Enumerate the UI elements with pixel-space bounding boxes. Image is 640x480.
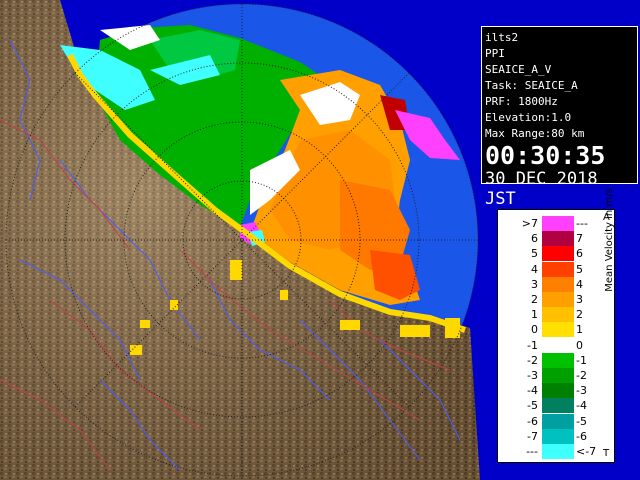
legend-upper-label: -4 — [576, 399, 587, 413]
legend-swatch — [542, 383, 558, 399]
legend-swatch-secondary — [558, 337, 574, 353]
legend-lower-label: 6 — [531, 232, 538, 246]
legend-upper-label: 7 — [576, 232, 583, 246]
legend-row: 67 — [498, 231, 616, 247]
site-name: ilts2 — [485, 31, 519, 44]
legend-row: -5 -4 — [498, 398, 616, 414]
task-name: Task: SEAICE_A — [485, 79, 578, 92]
legend-swatch-secondary — [558, 246, 574, 262]
legend-swatch-secondary — [558, 428, 574, 444]
legend-swatch — [542, 444, 558, 459]
legend-lower-label: 5 — [531, 247, 538, 261]
legend-upper-label: -2 — [576, 369, 587, 382]
legend-swatch — [542, 428, 558, 444]
legend-row: 23 — [498, 292, 616, 307]
legend-swatch — [542, 368, 558, 383]
legend-lower-label: 0 — [531, 323, 538, 337]
legend-row: -7 -6 — [498, 428, 616, 444]
legend-lower-label: >7 — [521, 217, 538, 230]
legend-upper-label: 5 — [576, 262, 583, 276]
legend-swatch — [542, 322, 558, 338]
velocity-legend: >7 --- 6 7 5 6 4 5 3 4 2 3 1 2 0 1 -1 0 -2 -1 -3 -2 -4 -3 -5 -4 -6… — [497, 209, 615, 463]
legend-swatch-secondary — [558, 322, 574, 338]
legend-upper-label: 0 — [576, 338, 583, 352]
legend-upper-label: -1 — [576, 353, 587, 367]
legend-row: -4 -3 — [498, 383, 616, 399]
legend-lower-label: -1 — [527, 338, 538, 352]
legend-swatch-secondary — [558, 231, 574, 247]
legend-swatch-secondary — [558, 383, 574, 399]
legend-row: 45 — [498, 261, 616, 277]
legend-swatch-secondary — [558, 413, 574, 429]
legend-swatch — [542, 292, 558, 307]
legend-swatch — [542, 398, 558, 414]
legend-lower-label: --- — [526, 445, 538, 458]
max-range-value: Max Range:80 km — [485, 127, 585, 140]
legend-row: 34 — [498, 276, 616, 292]
legend-row: --- <-7 — [498, 444, 616, 459]
legend-swatch — [542, 261, 558, 277]
legend-row: -2 -1 — [498, 352, 616, 368]
legend-swatch-secondary — [558, 352, 574, 368]
legend-upper-label: 6 — [576, 247, 583, 261]
legend-lower-label: -2 — [527, 353, 538, 367]
legend-lower-label: 3 — [531, 277, 538, 291]
legend-upper-label: 2 — [576, 308, 583, 322]
legend-lower-label: 1 — [531, 308, 538, 322]
legend-swatch — [542, 307, 558, 323]
legend-lower-label: -3 — [527, 369, 538, 382]
elevation-value: Elevation:1.0 — [485, 111, 572, 124]
legend-lower-label: -4 — [527, 384, 538, 398]
legend-swatch — [542, 337, 558, 353]
legend-row: 12 — [498, 307, 616, 323]
legend-swatch-secondary — [558, 292, 574, 307]
legend-swatch-secondary — [558, 368, 574, 383]
legend-lower-label: -5 — [527, 399, 538, 413]
legend-upper-label: -3 — [576, 384, 587, 398]
legend-swatch — [542, 246, 558, 262]
prf-value: PRF: 1800Hz — [485, 95, 558, 108]
legend-swatch-secondary — [558, 307, 574, 323]
legend-upper-label: 3 — [576, 293, 583, 306]
legend-upper-label: -5 — [576, 414, 587, 428]
legend-upper-label: <-7 — [576, 445, 597, 458]
legend-row: -6 -5 — [498, 413, 616, 429]
legend-swatch — [542, 216, 558, 231]
legend-swatch — [542, 352, 558, 368]
legend-lower-label: 2 — [531, 293, 538, 306]
legend-swatch-secondary — [558, 216, 574, 231]
legend-upper-label: --- — [576, 217, 588, 230]
legend-upper-label: 1 — [576, 323, 583, 337]
legend-row: >7 --- — [498, 216, 616, 231]
legend-swatch — [542, 413, 558, 429]
product-name: SEAICE_A_V — [485, 63, 552, 76]
legend-lower-label: -6 — [527, 414, 538, 428]
legend-swatch-secondary — [558, 398, 574, 414]
legend-row: 56 — [498, 246, 616, 262]
legend-row: 01 — [498, 322, 616, 338]
legend-bottom-mark: T — [603, 448, 610, 459]
legend-title: Mean Velocity in m/s — [604, 188, 615, 292]
legend-row: -1 0 — [498, 337, 616, 353]
legend-swatch — [542, 231, 558, 247]
scan-type: PPI — [485, 47, 505, 60]
legend-swatch — [542, 276, 558, 292]
legend-swatch-secondary — [558, 444, 574, 459]
legend-lower-label: 4 — [531, 262, 538, 276]
legend-row: -3 -2 — [498, 368, 616, 383]
legend-swatch-secondary — [558, 261, 574, 277]
legend-upper-label: 4 — [576, 277, 583, 291]
legend-lower-label: -7 — [527, 429, 538, 443]
legend-swatch-secondary — [558, 276, 574, 292]
legend-upper-label: -6 — [576, 429, 587, 443]
